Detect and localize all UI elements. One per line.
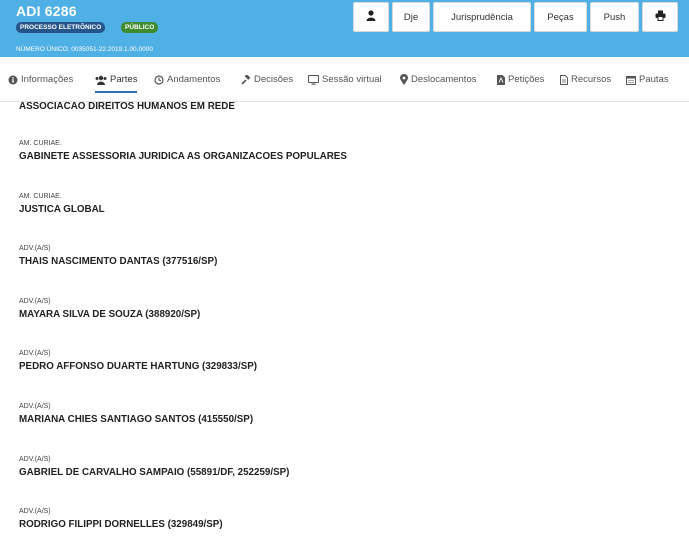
party-role: ADV.(A/S) (19, 298, 51, 305)
party-role: ADV.(A/S) (19, 508, 51, 515)
party-name: GABRIEL DE CARVALHO SAMPAIO (55891/DF, 2… (19, 467, 290, 478)
eletronico-badge: PROCESSO ELETRÔNICO (16, 22, 106, 33)
tab-label: Deslocamentos (411, 74, 477, 85)
history-icon (154, 74, 164, 85)
jurisprudencia-button[interactable]: Jurisprudência (433, 2, 531, 32)
list-item: AM. CURIAE. JUSTICA GLOBAL (19, 193, 105, 215)
file-icon (560, 74, 568, 85)
tab-decisoes[interactable]: Decisões (241, 74, 293, 85)
user-button[interactable] (353, 2, 389, 32)
tab-deslocamentos[interactable]: Deslocamentos (400, 74, 476, 85)
tab-label: Sessão virtual (322, 74, 382, 85)
tab-peticoes[interactable]: Petições (497, 74, 544, 85)
numero-unico: NÚMERO ÚNICO: 0035051-22.2019.1.00.0000 (16, 46, 153, 53)
info-icon (8, 75, 18, 85)
file-pdf-icon (497, 74, 505, 85)
list-item: ADV.(A/S) RODRIGO FILIPPI DORNELLES (329… (19, 508, 223, 530)
process-header: ADI 6286 PROCESSO ELETRÔNICO PÚBLICO NÚM… (0, 0, 689, 57)
party-role: ADV.(A/S) (19, 245, 51, 252)
print-button[interactable] (642, 2, 678, 32)
users-icon (95, 75, 107, 85)
list-item: ADV.(A/S) THAIS NASCIMENTO DANTAS (37751… (19, 245, 217, 267)
tab-andamentos[interactable]: Andamentos (154, 74, 220, 85)
user-icon (366, 10, 376, 24)
party-role: ADV.(A/S) (19, 350, 51, 357)
party-role: AM. CURIAE. (19, 193, 62, 200)
tab-pautas[interactable]: Pautas (626, 74, 669, 85)
tab-label: Pautas (639, 74, 669, 85)
tab-label: Recursos (571, 74, 612, 85)
party-role: AM. CURIAE. (19, 140, 62, 147)
list-item: ASSOCIACAO DIREITOS HUMANOS EM REDE (19, 101, 235, 112)
party-name: GABINETE ASSESSORIA JURIDICA AS ORGANIZA… (19, 151, 347, 162)
tab-recursos[interactable]: Recursos (560, 74, 611, 85)
monitor-icon (308, 74, 319, 85)
party-name: JUSTICA GLOBAL (19, 204, 105, 215)
list-item: ADV.(A/S) MARIANA CHIES SANTIAGO SANTOS … (19, 403, 253, 425)
party-name: MAYARA SILVA DE SOUZA (388920/SP) (19, 309, 201, 320)
list-item: AM. CURIAE. GABINETE ASSESSORIA JURIDICA… (19, 140, 347, 162)
tab-partes[interactable]: Partes (95, 74, 138, 93)
calendar-icon (626, 75, 636, 85)
gavel-icon (241, 74, 251, 85)
dje-button[interactable]: Dje (392, 2, 430, 32)
print-icon (655, 10, 666, 24)
party-name: MARIANA CHIES SANTIAGO SANTOS (415550/SP… (19, 414, 254, 425)
tab-label: Andamentos (167, 74, 221, 85)
tab-sessao-virtual[interactable]: Sessão virtual (308, 74, 382, 85)
tab-bar: Informações Partes Andamentos Decisões S… (0, 57, 689, 102)
list-item: ADV.(A/S) GABRIEL DE CARVALHO SAMPAIO (5… (19, 456, 289, 478)
party-role: ADV.(A/S) (19, 456, 51, 463)
party-role: ADV.(A/S) (19, 403, 51, 410)
page-title: ADI 6286 (16, 3, 77, 19)
tab-informacoes[interactable]: Informações (8, 74, 73, 85)
tab-label: Decisões (254, 74, 294, 85)
publico-badge: PÚBLICO (121, 22, 159, 33)
pecas-button[interactable]: Peças (534, 2, 587, 32)
list-item: ADV.(A/S) PEDRO AFFONSO DUARTE HARTUNG (… (19, 350, 257, 372)
party-name: RODRIGO FILIPPI DORNELLES (329849/SP) (19, 519, 223, 530)
party-name: THAIS NASCIMENTO DANTAS (377516/SP) (19, 256, 218, 267)
push-button[interactable]: Push (590, 2, 639, 32)
list-item: ADV.(A/S) MAYARA SILVA DE SOUZA (388920/… (19, 298, 200, 320)
tab-label: Partes (110, 74, 138, 85)
party-name: ASSOCIACAO DIREITOS HUMANOS EM REDE (19, 101, 235, 112)
map-marker-icon (400, 74, 408, 85)
party-name: PEDRO AFFONSO DUARTE HARTUNG (329833/SP) (19, 361, 258, 372)
tab-label: Informações (21, 74, 74, 85)
tab-label: Petições (508, 74, 545, 85)
